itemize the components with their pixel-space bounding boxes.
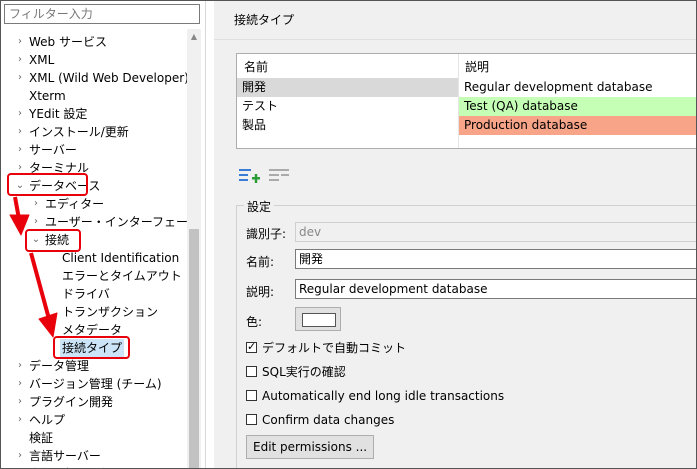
tree-item[interactable]: › 言語サーバー <box>1 447 187 465</box>
check-icon: ✓ <box>247 340 257 353</box>
identifier-label: 識別子: <box>246 227 287 241</box>
settings-group-title: 設定 <box>244 198 275 215</box>
tree-item-label: データ管理 <box>29 359 90 373</box>
chevron-right-icon[interactable]: › <box>15 447 25 465</box>
highlight-connection <box>25 229 81 252</box>
page-title: 接続タイプ <box>234 13 295 27</box>
tree-item-label: エラーとタイムアウト <box>62 269 182 283</box>
row-desc-cell: Regular development database <box>464 80 653 94</box>
chevron-right-icon[interactable]: › <box>31 195 41 213</box>
color-picker-button[interactable] <box>295 307 341 331</box>
checkbox-label: Automatically end long idle transactions <box>262 389 505 403</box>
chevron-right-icon[interactable]: › <box>15 141 25 159</box>
row-name-cell: 開発 <box>237 78 458 97</box>
tree-item-label: ドライバ <box>62 287 110 301</box>
chevron-right-icon[interactable]: › <box>15 411 25 429</box>
color-swatch <box>302 313 336 327</box>
tree-item[interactable]: › XML <box>1 51 187 69</box>
row-name-cell: 製品 <box>242 118 267 132</box>
tree-item-label: 言語サーバー <box>29 449 101 463</box>
highlight-database <box>7 173 88 196</box>
tree-item[interactable]: › 実行/デバッグ <box>1 465 187 468</box>
scroll-thumb[interactable] <box>189 229 199 468</box>
checkbox-label: Confirm data changes <box>262 413 395 427</box>
tree-item-label: ヘルプ <box>29 413 66 427</box>
tree-item[interactable]: Xterm <box>1 87 187 105</box>
tree-scrollbar[interactable]: ▲ ▼ <box>187 29 201 468</box>
settings-group <box>236 205 696 468</box>
filter-box[interactable] <box>4 4 200 24</box>
tree-item[interactable]: › データ管理 <box>1 357 187 375</box>
chevron-right-icon[interactable]: › <box>15 123 25 141</box>
connection-types-page: 接続タイプ 名前 説明 開発 Regular development datab… <box>214 1 696 468</box>
add-connection-type-icon[interactable] <box>238 165 260 187</box>
tree-item-label: YEdit 設定 <box>29 107 88 121</box>
tree-item[interactable]: › プラグイン開発 <box>1 393 187 411</box>
tree-item[interactable]: › Web サービス <box>1 33 187 51</box>
chevron-right-icon[interactable]: › <box>15 465 25 468</box>
checkbox-box[interactable]: ✓ <box>246 340 257 353</box>
chevron-right-icon[interactable]: › <box>15 375 25 393</box>
tree-item-label: サーバー <box>29 143 77 157</box>
tree-item[interactable]: › YEdit 設定 <box>1 105 187 123</box>
window: › Web サービス › XML › XML (Wild Web Developer) Xt… <box>0 0 697 469</box>
checkbox-box[interactable] <box>246 390 257 401</box>
table-row[interactable]: 製品 Production database <box>237 116 696 135</box>
chevron-right-icon[interactable]: › <box>15 51 25 69</box>
row-name-cell: テスト <box>242 99 279 113</box>
tree-item-label: Client Identification <box>62 251 180 265</box>
description-label: 説明: <box>246 285 275 299</box>
name-field[interactable]: 開発 <box>295 249 696 269</box>
row-desc-cell: Production database <box>459 116 696 135</box>
tree-item[interactable]: › ヘルプ <box>1 411 187 429</box>
chevron-right-icon[interactable]: › <box>15 69 25 87</box>
color-label: 色: <box>246 315 263 329</box>
tree-item[interactable]: ドライバ <box>1 285 187 303</box>
chevron-right-icon[interactable]: › <box>15 393 25 411</box>
tree-item[interactable]: エラーとタイムアウト <box>1 267 187 285</box>
chevron-right-icon[interactable]: › <box>15 357 25 375</box>
chevron-right-icon[interactable]: › <box>15 105 25 123</box>
tree-item-label: XML (Wild Web Developer) <box>29 71 187 85</box>
scroll-up-icon[interactable]: ▲ <box>187 31 201 43</box>
row-desc-cell: Test (QA) database <box>459 97 696 116</box>
tree-item[interactable]: 検証 <box>1 429 187 447</box>
tree-item[interactable]: › バージョン管理 (チーム) <box>1 375 187 393</box>
checkbox-box[interactable] <box>246 366 257 377</box>
tree-item-label: インストール/更新 <box>29 125 129 139</box>
tree-item[interactable]: › XML (Wild Web Developer) <box>1 69 187 87</box>
tree-item-label: エディター <box>45 197 105 211</box>
tree-item-label: 実行/デバッグ <box>29 465 105 468</box>
tree-item[interactable]: トランザクション <box>1 303 187 321</box>
tree-item-label: 検証 <box>29 431 54 445</box>
highlight-connection-type <box>53 336 130 359</box>
checkbox-label: SQL実行の確認 <box>262 365 346 379</box>
tree-item-label: バージョン管理 (チーム) <box>29 377 162 391</box>
column-header-description[interactable]: 説明 <box>465 58 489 75</box>
chevron-right-icon[interactable]: › <box>15 33 25 51</box>
filter-input[interactable] <box>5 5 199 23</box>
identifier-field: dev <box>295 222 696 242</box>
tree-item-label: XML <box>29 53 55 67</box>
tree-item-label: トランザクション <box>62 305 159 319</box>
column-header-name[interactable]: 名前 <box>244 58 268 75</box>
tree-item[interactable]: › サーバー <box>1 141 187 159</box>
tree-item-label: Xterm <box>29 89 66 103</box>
tree-item[interactable]: › インストール/更新 <box>1 123 187 141</box>
tree-item-label: プラグイン開発 <box>29 395 114 409</box>
table-row[interactable]: テスト Test (QA) database <box>237 97 696 116</box>
tree-item-label: Web サービス <box>29 35 107 49</box>
description-field[interactable]: Regular development database <box>295 279 696 299</box>
tree-item[interactable]: › エディター <box>1 195 187 213</box>
remove-connection-type-icon[interactable] <box>268 165 290 187</box>
name-label: 名前: <box>246 255 275 269</box>
connection-types-table[interactable]: 名前 説明 開発 Regular development database テス… <box>236 53 696 149</box>
edit-permissions-button[interactable]: Edit permissions ... <box>246 435 375 459</box>
table-row[interactable]: 開発 Regular development database <box>237 78 696 97</box>
checkbox-box[interactable] <box>246 414 257 425</box>
checkbox-label: デフォルトで自動コミット <box>262 341 407 355</box>
